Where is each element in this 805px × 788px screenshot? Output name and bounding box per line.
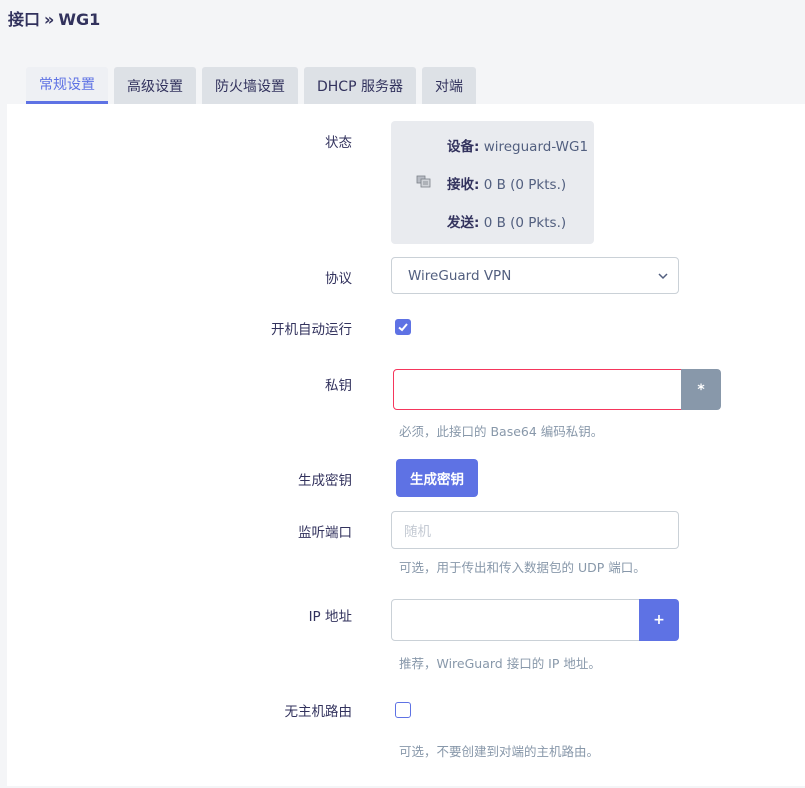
private-key-reveal-button[interactable]: * xyxy=(681,369,721,410)
status-tx-key: 发送: xyxy=(447,215,480,231)
status-tx: 发送: 0 B (0 Pkts.) xyxy=(447,211,566,231)
status-rx: 接收: 0 B (0 Pkts.) xyxy=(447,173,566,193)
tab-general[interactable]: 常规设置 xyxy=(26,67,108,104)
private-key-label: 私钥 xyxy=(325,378,352,394)
breadcrumb-section[interactable]: 接口 xyxy=(8,10,40,29)
protocol-select[interactable]: WireGuard VPN xyxy=(391,257,679,294)
private-key-hint: 必须，此接口的 Base64 编码私钥。 xyxy=(399,424,604,439)
autostart-checkbox[interactable] xyxy=(395,319,411,335)
chevron-down-icon xyxy=(658,273,668,280)
status-label: 状态 xyxy=(325,135,352,151)
no-host-route-label: 无主机路由 xyxy=(284,704,353,720)
status-device: 设备: wireguard-WG1 xyxy=(447,135,588,155)
ip-address-add-button[interactable]: + xyxy=(639,599,679,641)
ip-address-label: IP 地址 xyxy=(308,609,352,625)
status-box: 设备: wireguard-WG1 接收: 0 B (0 Pkts.) 发送: … xyxy=(391,121,594,244)
listen-port-hint: 可选，用于传出和传入数据包的 UDP 端口。 xyxy=(399,560,646,575)
network-device-icon xyxy=(416,175,431,188)
protocol-select-value: WireGuard VPN xyxy=(408,267,512,284)
autostart-label: 开机自动运行 xyxy=(271,322,352,338)
status-rx-value: 0 B (0 Pkts.) xyxy=(483,177,567,193)
ip-address-input[interactable] xyxy=(391,599,640,641)
tab-advanced[interactable]: 高级设置 xyxy=(114,67,196,104)
status-device-value: wireguard-WG1 xyxy=(483,139,589,155)
tab-peers[interactable]: 对端 xyxy=(421,67,476,104)
listen-port-label: 监听端口 xyxy=(298,525,352,541)
status-rx-key: 接收: xyxy=(447,177,480,193)
no-host-route-checkbox[interactable] xyxy=(395,702,411,718)
status-device-key: 设备: xyxy=(447,139,480,155)
ip-address-hint: 推荐，WireGuard 接口的 IP 地址。 xyxy=(399,656,601,671)
generate-key-label: 生成密钥 xyxy=(298,473,352,489)
listen-port-input[interactable]: 随机 xyxy=(391,511,679,549)
no-host-route-hint: 可选，不要创建到对端的主机路由。 xyxy=(399,744,600,759)
tab-dhcp[interactable]: DHCP 服务器 xyxy=(304,67,416,104)
private-key-input[interactable] xyxy=(393,369,682,410)
page-title: 接口» WG1 xyxy=(8,6,100,30)
check-icon xyxy=(398,323,408,332)
tab-firewall[interactable]: 防火墙设置 xyxy=(202,67,298,104)
protocol-label: 协议 xyxy=(325,271,352,287)
status-tx-value: 0 B (0 Pkts.) xyxy=(483,215,567,231)
breadcrumb-interface: WG1 xyxy=(58,10,101,29)
generate-key-button[interactable]: 生成密钥 xyxy=(396,459,478,497)
tab-bar: 常规设置 高级设置 防火墙设置 DHCP 服务器 对端 xyxy=(26,67,476,104)
breadcrumb-separator: » xyxy=(44,10,55,29)
